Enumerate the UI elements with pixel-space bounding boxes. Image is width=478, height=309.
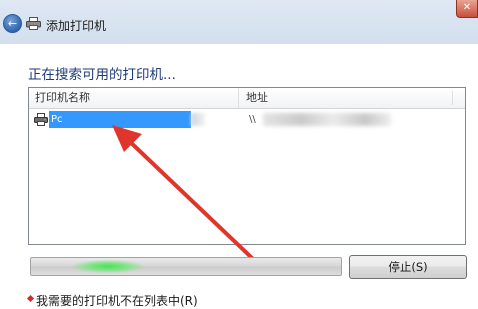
column-header-printer-name[interactable]: 打印机名称 (29, 88, 239, 108)
list-header: 打印机名称 地址 (29, 88, 465, 109)
close-icon: ✕ (462, 2, 472, 13)
back-arrow-icon: ← (7, 17, 18, 30)
window-title: 添加打印机 (46, 19, 107, 33)
column-header-address[interactable]: 地址 (239, 88, 465, 108)
redacted-region (191, 113, 205, 126)
search-progress-bar (30, 257, 342, 276)
printer-icon (34, 113, 48, 126)
redacted-address (263, 113, 391, 126)
row-selection-highlight (49, 111, 191, 128)
close-button[interactable]: ✕ (456, 0, 478, 18)
printer-name: Pc (51, 114, 63, 125)
printer-list[interactable]: 打印机名称 地址 Pc \\ (28, 87, 466, 245)
printer-address: \\ (249, 114, 256, 125)
stop-button[interactable]: 停止(S) (349, 255, 467, 279)
back-button[interactable]: ← (3, 14, 22, 33)
progress-indicator (73, 260, 143, 273)
page-heading: 正在搜索可用的打印机... (28, 67, 176, 83)
printer-icon (26, 17, 41, 30)
table-row[interactable]: Pc \\ (31, 111, 463, 128)
title-bar: ← 添加打印机 (0, 0, 478, 44)
column-divider (452, 91, 453, 105)
